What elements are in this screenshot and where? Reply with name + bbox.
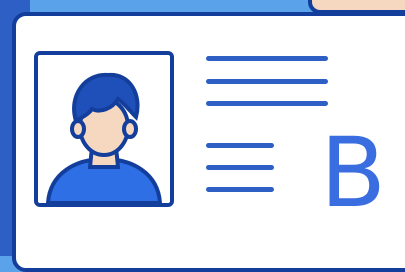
detail-line-1	[206, 143, 274, 148]
detail-line-3	[206, 187, 274, 192]
detail-line-2	[206, 165, 274, 170]
name-line-3	[206, 101, 328, 106]
person-icon	[45, 72, 163, 203]
name-line-2	[206, 79, 328, 84]
name-line-1	[206, 56, 328, 61]
photo-frame	[34, 51, 174, 207]
grade-letter: B	[320, 117, 386, 229]
